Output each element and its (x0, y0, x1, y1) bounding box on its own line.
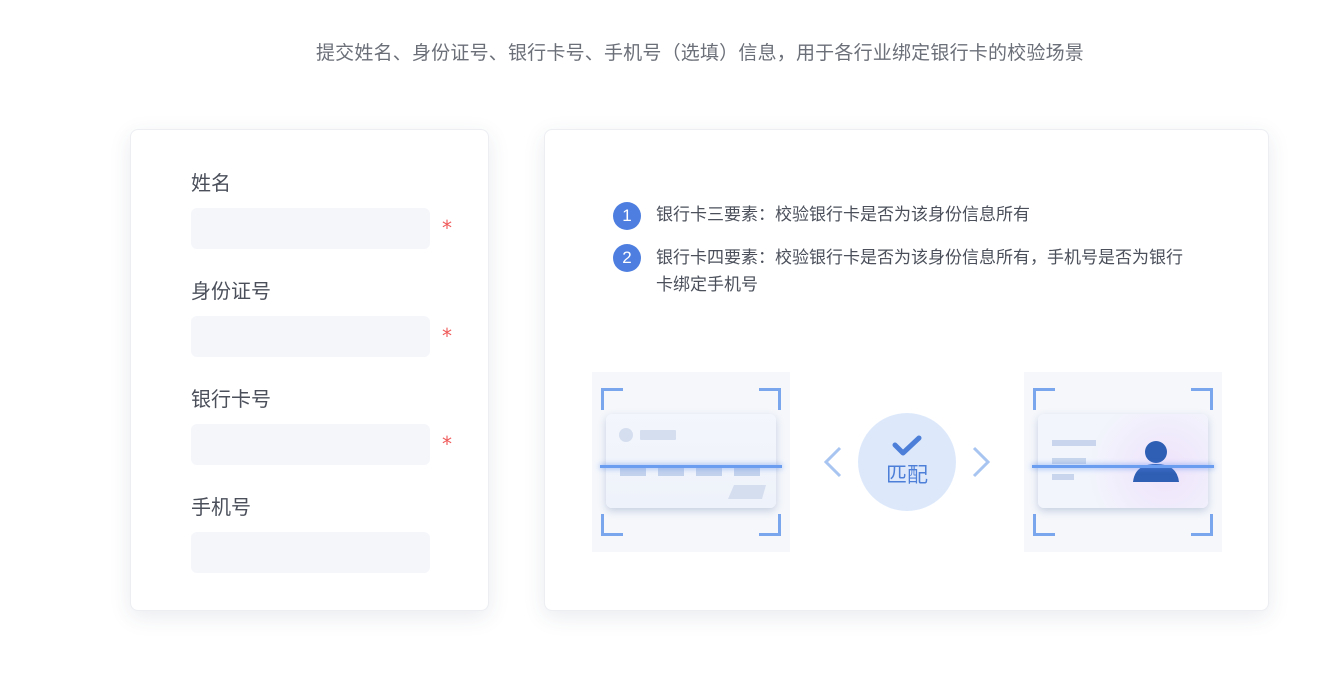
scan-frame-corner (1033, 388, 1055, 410)
scan-frame-corner (601, 514, 623, 536)
scan-frame-corner (759, 388, 781, 410)
phone-input[interactable] (191, 532, 430, 573)
chevron-left-icon (823, 446, 842, 478)
scan-frame-corner (1033, 514, 1055, 536)
name-required-mark: * (442, 216, 452, 240)
id-number-label: 身份证号 (191, 279, 271, 303)
name-input[interactable] (191, 208, 430, 249)
person-icon (1145, 441, 1167, 463)
id-card-scan-illustration (1024, 372, 1222, 552)
rule-item: 2 银行卡四要素：校验银行卡是否为该身份信息所有，手机号是否为银行卡绑定手机号 (613, 244, 1203, 299)
scan-frame-corner (1191, 388, 1213, 410)
bank-card-label: 银行卡号 (191, 387, 271, 411)
rule-text: 银行卡三要素：校验银行卡是否为该身份信息所有 (656, 205, 1030, 225)
verification-form: 姓名 * 身份证号 * 银行卡号 * 手机号 (130, 129, 489, 611)
rule-text: 银行卡四要素：校验银行卡是否为该身份信息所有，手机号是否为银行卡绑定手机号 (656, 248, 1183, 295)
name-label: 姓名 (191, 171, 231, 195)
rule-number-badge: 1 (613, 202, 641, 230)
chevron-right-icon (972, 446, 991, 478)
rule-number-badge: 2 (613, 244, 641, 272)
page-headline: 提交姓名、身份证号、银行卡号、手机号（选填）信息，用于各行业绑定银行卡的校验场景 (315, 42, 1084, 64)
phone-label: 手机号 (191, 495, 251, 519)
bank-card-icon (606, 414, 776, 508)
bank-card-input[interactable] (191, 424, 430, 465)
scan-frame-corner (1191, 514, 1213, 536)
bank-card-scan-illustration (592, 372, 790, 552)
match-badge: 匹配 (858, 413, 956, 511)
check-icon (892, 435, 922, 456)
scan-frame-corner (759, 514, 781, 536)
scan-line (1032, 465, 1214, 468)
id-number-required-mark: * (442, 324, 452, 348)
bank-card-required-mark: * (442, 432, 452, 456)
scan-frame-corner (601, 388, 623, 410)
match-label: 匹配 (886, 463, 928, 487)
id-number-input[interactable] (191, 316, 430, 357)
scan-line (600, 465, 782, 468)
id-card-icon (1038, 414, 1208, 508)
rule-item: 1 银行卡三要素：校验银行卡是否为该身份信息所有 (613, 202, 1203, 230)
